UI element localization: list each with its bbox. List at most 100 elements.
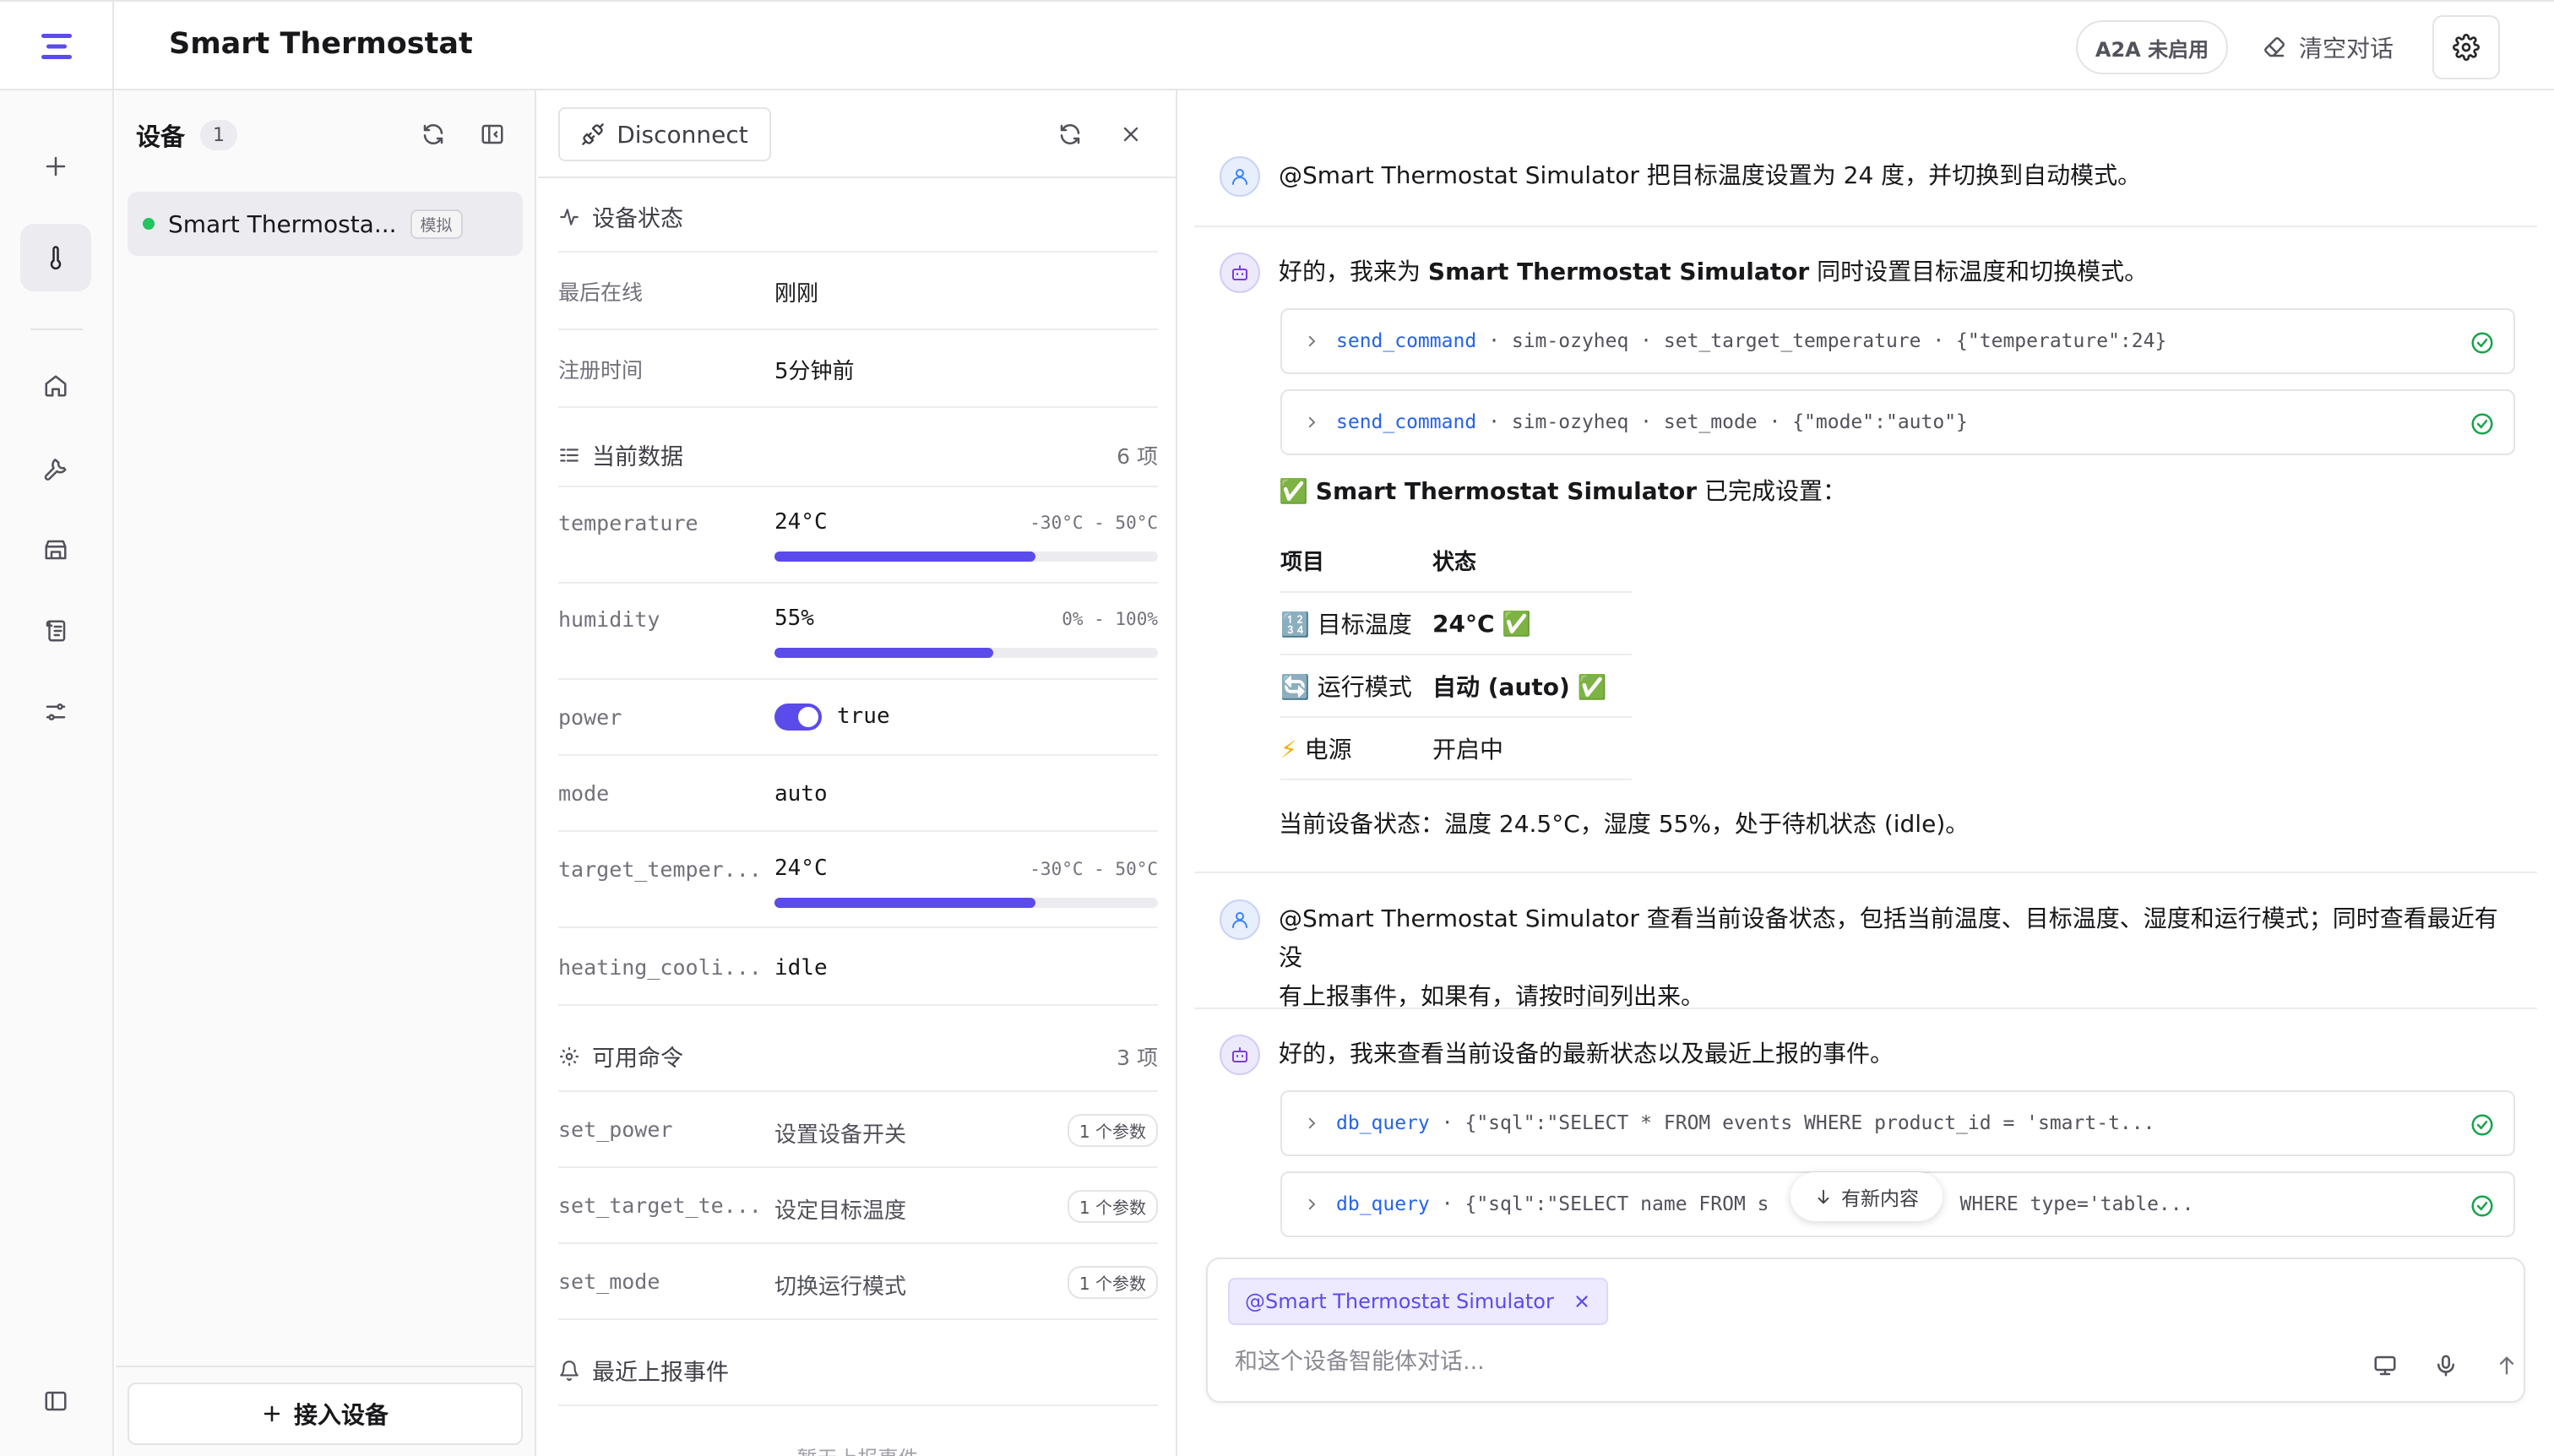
plus-icon xyxy=(46,156,66,177)
numbers-emoji: 🔢 xyxy=(1280,611,1310,638)
command-row-set-power[interactable]: set_power 设置设备开关 1 个参数 xyxy=(558,1092,1158,1168)
lightning-emoji: ⚡ xyxy=(1280,736,1297,763)
screen-share-button[interactable] xyxy=(2367,1347,2404,1384)
chevron-right-icon xyxy=(1308,416,1316,428)
completion-line: ✅ Smart Thermostat Simulator 已完成设置： xyxy=(1279,472,1846,511)
close-detail-button[interactable] xyxy=(1112,116,1149,153)
current-data-header: 当前数据 6 项 xyxy=(558,438,1158,471)
plus-icon xyxy=(264,1405,280,1422)
status-row: 最后在线 刚刚 xyxy=(558,253,1158,330)
bot-avatar xyxy=(1220,253,1260,293)
collapse-panel-button[interactable] xyxy=(474,116,511,153)
data-value: 55% xyxy=(774,606,814,631)
table-header: 项目 xyxy=(1280,530,1432,593)
device-list-item[interactable]: Smart Thermosta... 模拟 xyxy=(128,192,523,256)
data-key: target_temper... xyxy=(558,857,762,882)
mention-chip[interactable]: @Smart Thermostat Simulator xyxy=(1228,1278,1608,1325)
clear-conversation-button[interactable]: 清空对话 xyxy=(2262,20,2394,74)
tool-call-card[interactable]: db_query · {"sql":"SELECT * FROM events … xyxy=(1280,1090,2515,1156)
table-status: 开启中 xyxy=(1432,736,1504,763)
rail-settings-button[interactable] xyxy=(20,678,91,746)
close-icon[interactable] xyxy=(1573,1292,1591,1311)
new-button[interactable] xyxy=(20,133,91,200)
table-cell: 24°C ✅ xyxy=(1432,592,1632,655)
rail-store-button[interactable] xyxy=(20,516,91,584)
tool-function-name: send_command xyxy=(1336,411,1477,433)
device-list-footer-divider xyxy=(116,1366,535,1367)
check-emoji: ✅ xyxy=(1279,477,1308,505)
tool-call-card[interactable]: send_command · sim-ozyheq · set_mode · {… xyxy=(1280,389,2515,455)
disconnect-button[interactable]: Disconnect xyxy=(558,107,771,161)
events-title: 最近上报事件 xyxy=(592,1360,729,1386)
mention-label: @Smart Thermostat Simulator xyxy=(1245,1290,1554,1313)
device-name: Smart Thermosta... xyxy=(168,209,397,238)
table-header: 状态 xyxy=(1432,530,1632,593)
scroll-icon xyxy=(46,620,66,642)
voice-input-button[interactable] xyxy=(2427,1347,2464,1384)
command-row-set-mode[interactable]: set_mode 切换运行模式 1 个参数 xyxy=(558,1244,1158,1320)
table-row: 🔄 运行模式 自动 (auto) ✅ xyxy=(1280,655,1632,718)
table-cell: 开启中 xyxy=(1432,717,1632,780)
tool-function-name: send_command xyxy=(1336,330,1477,352)
tool-call-card[interactable]: send_command · sim-ozyheq · set_target_t… xyxy=(1280,308,2515,374)
sliders-icon xyxy=(46,704,66,720)
data-row-temperature: temperature 24°C -30°C - 50°C xyxy=(558,487,1158,584)
icon-rail xyxy=(0,90,114,1456)
toggle-sidebar-button[interactable] xyxy=(20,1367,91,1435)
rail-devices-button[interactable] xyxy=(20,224,91,291)
send-button[interactable] xyxy=(2488,1347,2525,1384)
table-header-row: 项目 状态 xyxy=(1280,530,1632,593)
refresh-icon xyxy=(1060,124,1080,144)
rail-docs-button[interactable] xyxy=(20,597,91,665)
check-circle-icon xyxy=(2471,332,2493,354)
refresh-devices-button[interactable] xyxy=(415,116,452,153)
device-status-header: 设备状态 xyxy=(558,200,1158,233)
refresh-detail-button[interactable] xyxy=(1051,116,1089,153)
data-value: auto xyxy=(774,781,828,807)
table-cell: ⚡ 电源 xyxy=(1280,717,1432,780)
tool-args: · {"sql":"SELECT * FROM events WHERE pro… xyxy=(1441,1112,2155,1134)
rail-tools-button[interactable] xyxy=(20,435,91,503)
add-device-button[interactable]: 接入设备 xyxy=(128,1383,523,1445)
chevron-right-icon xyxy=(1308,1117,1316,1129)
check-circle-icon xyxy=(2471,1114,2493,1136)
device-list-header: 设备 1 xyxy=(136,117,238,153)
assistant-message: 好的，我来查看当前设备的最新状态以及最近上报的事件。 xyxy=(1220,1035,2520,1085)
data-value: idle xyxy=(774,955,828,981)
commands-header: 可用命令 3 项 xyxy=(558,1040,1158,1073)
table-item: 运行模式 xyxy=(1317,673,1412,701)
data-range: 0% - 100% xyxy=(1062,609,1158,629)
completion-text: 已完成设置： xyxy=(1697,477,1846,505)
result-table: 项目 状态 🔢 目标温度 24°C ✅ 🔄 运行模式 自动 (auto) ✅ ⚡… xyxy=(1280,530,1632,780)
param-count-badge: 1 个参数 xyxy=(1067,1190,1158,1223)
menu-button[interactable] xyxy=(0,2,114,90)
wrench-icon xyxy=(44,459,67,481)
a2a-status-button[interactable]: A2A 未启用 xyxy=(2076,20,2228,74)
target-temperature-bar xyxy=(774,898,1158,908)
power-toggle[interactable] xyxy=(774,704,822,731)
device-list-title: 设备 xyxy=(136,122,186,151)
status-summary: 当前设备状态：温度 24.5°C，湿度 55%，处于待机状态 (idle)。 xyxy=(1279,810,1970,838)
tool-args: WHERE type='table... xyxy=(1959,1193,2194,1215)
humidity-bar-fill xyxy=(774,648,993,658)
settings-button[interactable] xyxy=(2432,15,2500,79)
device-count-badge: 1 xyxy=(200,120,238,150)
command-row-set-target-temperature[interactable]: set_target_te... 设定目标温度 1 个参数 xyxy=(558,1168,1158,1244)
table-status: 24°C xyxy=(1432,609,1495,638)
section-divider xyxy=(558,1404,1158,1406)
arrow-up-icon xyxy=(2499,1356,2514,1375)
clear-conversation-label: 清空对话 xyxy=(2299,35,2394,62)
new-content-button[interactable]: 有新内容 xyxy=(1791,1172,1943,1221)
bot-icon xyxy=(1232,265,1247,280)
user-icon xyxy=(1232,169,1247,185)
table-item: 目标温度 xyxy=(1317,611,1412,638)
check-circle-icon xyxy=(2471,1195,2493,1217)
data-row-power: power true xyxy=(558,680,1158,756)
tool-args: · sim-ozyheq · set_target_temperature · … xyxy=(1488,330,2167,352)
table-cell: 🔢 目标温度 xyxy=(1280,592,1432,655)
disconnect-label: Disconnect xyxy=(617,120,748,149)
message-input[interactable] xyxy=(1235,1349,2333,1375)
rail-home-button[interactable] xyxy=(20,352,91,420)
table-item: 电源 xyxy=(1304,736,1352,763)
bot-avatar xyxy=(1220,1035,1260,1075)
